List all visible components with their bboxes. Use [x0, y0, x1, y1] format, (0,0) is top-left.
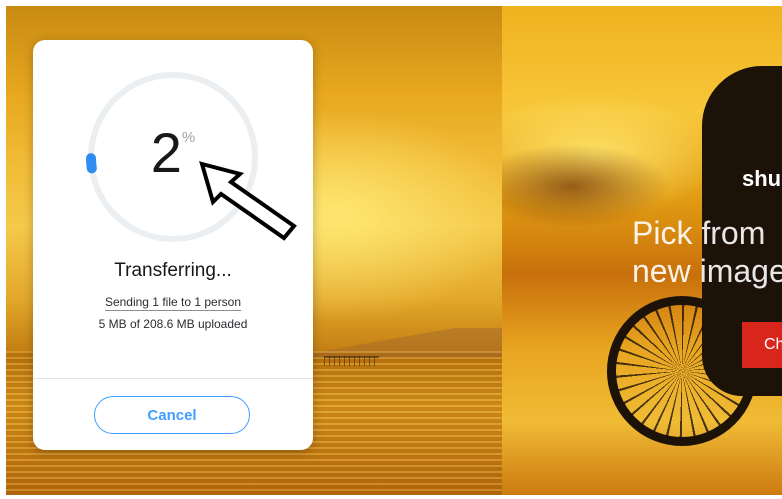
transfer-card: 2% Transferring... Sending 1 file to 1 p…: [33, 40, 313, 450]
transfer-recipients-link[interactable]: Sending 1 file to 1 person: [104, 295, 242, 311]
progress-percent-sign: %: [181, 129, 196, 146]
promo-tagline-line1: Pick from: [632, 215, 766, 251]
promo-tagline-line2: new image: [632, 253, 782, 289]
progress-percent-value: 2: [150, 121, 182, 184]
promo-cta-button[interactable]: Ch: [742, 322, 782, 368]
transfer-details: Sending 1 file to 1 person 5 MB of 208.6…: [33, 295, 313, 331]
promo-tagline: Pick from new image: [632, 214, 782, 290]
promo-brand: shu: [742, 166, 782, 191]
background-pier: [324, 356, 379, 366]
hollow-arrow-icon: [199, 161, 297, 241]
cancel-button[interactable]: Cancel: [94, 396, 250, 434]
transfer-uploaded-amount: 5 MB of 208.6 MB uploaded: [98, 317, 248, 331]
card-divider: [33, 378, 313, 379]
transfer-status-title: Transferring...: [114, 260, 232, 281]
promo-panel: shu Pick from new image Ch: [502, 6, 782, 495]
